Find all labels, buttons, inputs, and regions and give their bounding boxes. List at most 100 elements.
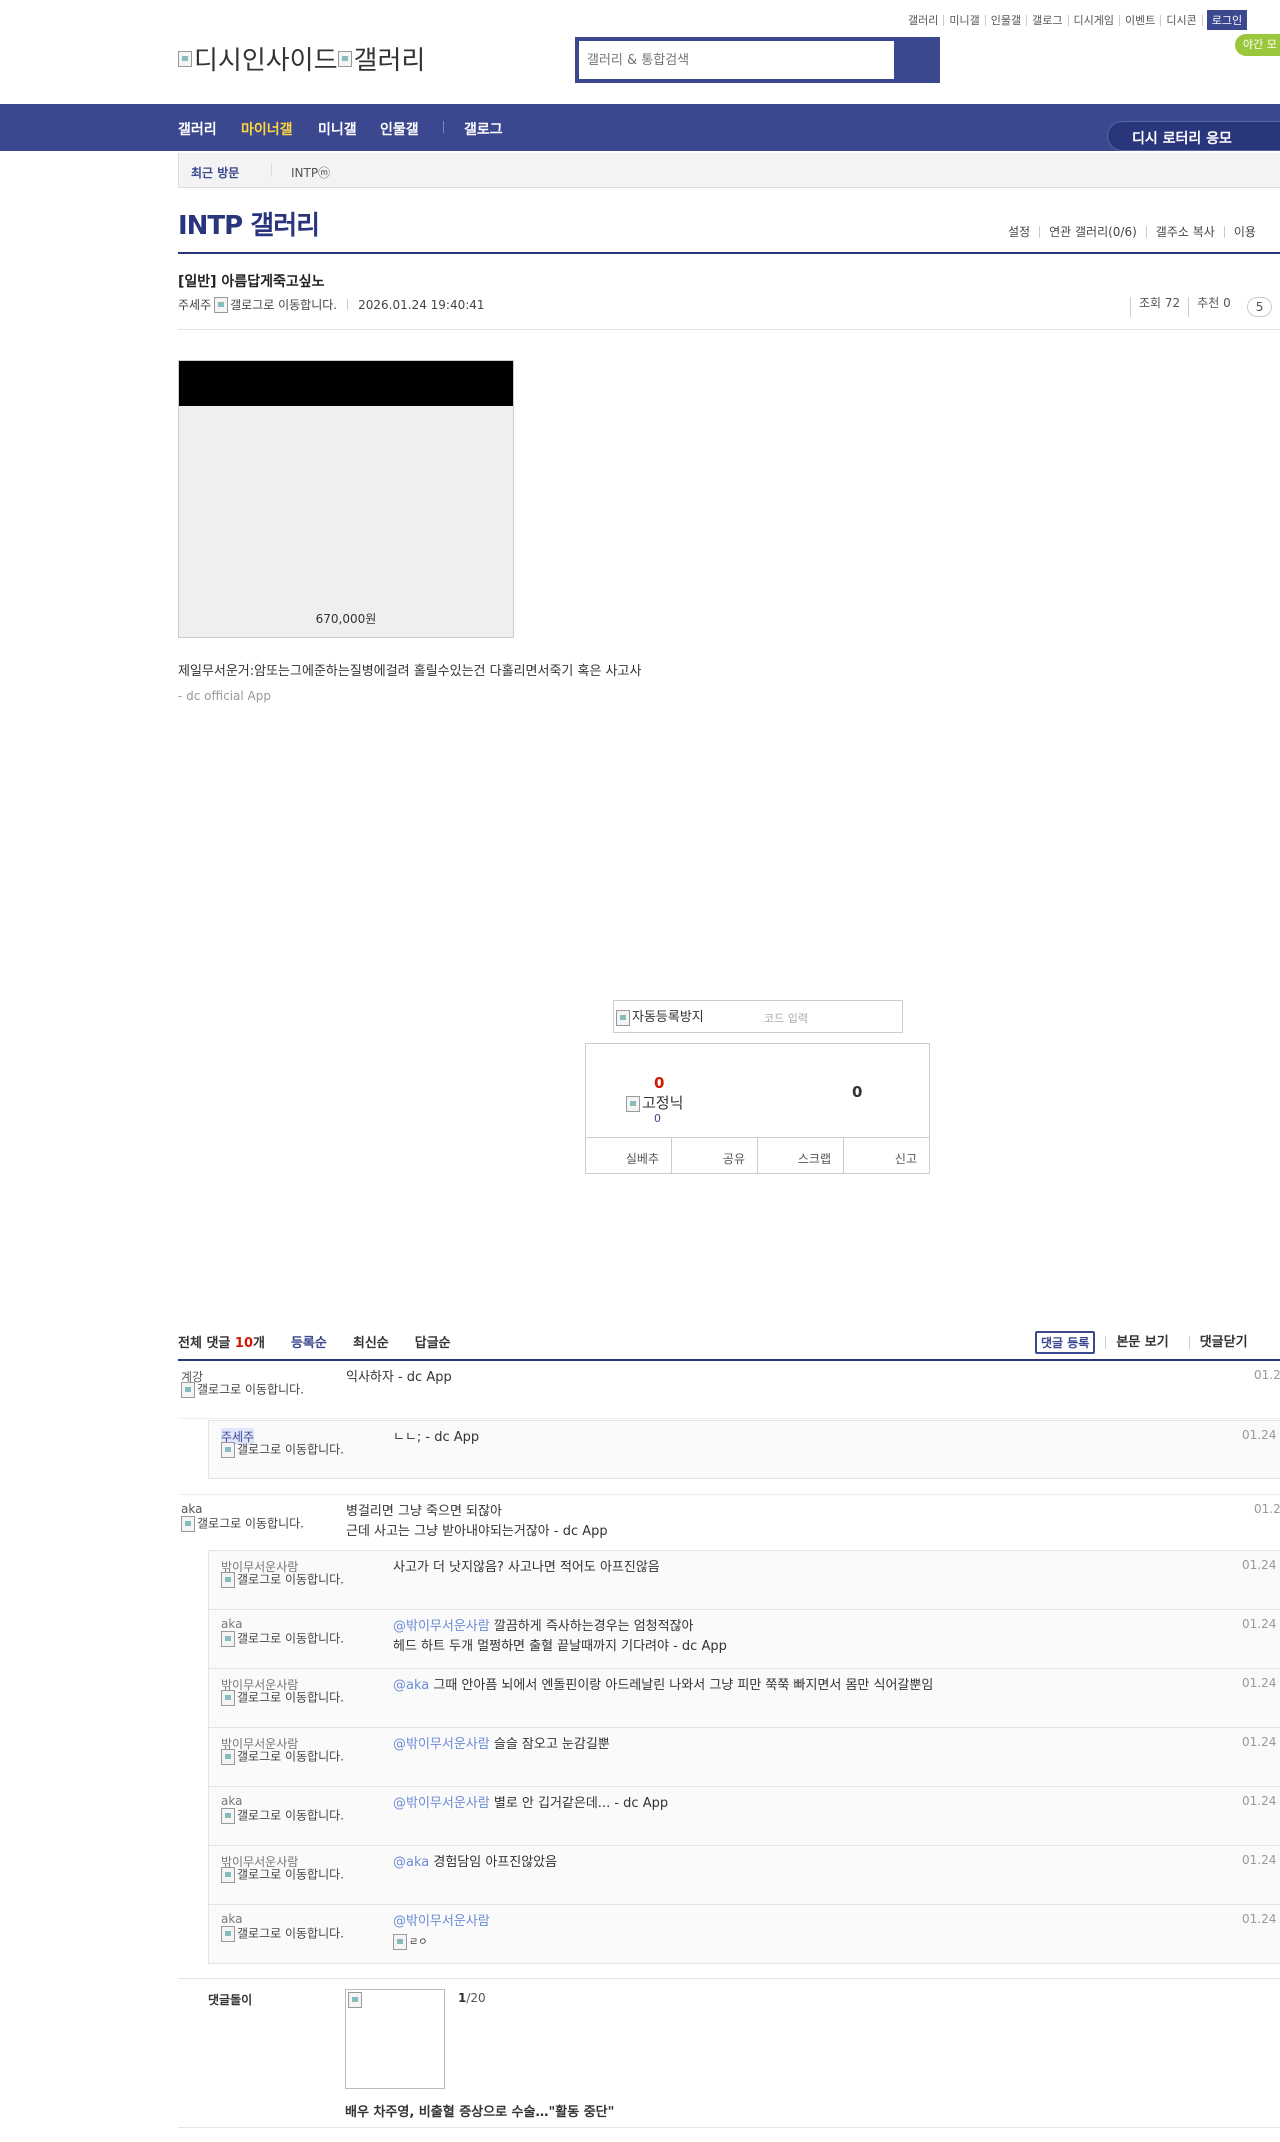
- news-thumbnail[interactable]: [345, 1989, 445, 2089]
- dccon-image-alt: ㄹㅇ: [409, 1937, 428, 1948]
- sort-by-replies[interactable]: 답글순: [415, 1332, 451, 1351]
- captcha-image: 자동등록방지: [616, 1006, 704, 1026]
- upvote-count[interactable]: 0: [654, 1074, 664, 1092]
- gallery-title[interactable]: INTP 갤러리: [178, 205, 320, 242]
- gallog-link-text: 갤로그로 이동합니다.: [237, 1867, 344, 1882]
- captcha-input[interactable]: 코드 입력: [764, 1010, 808, 1026]
- report-button[interactable]: 신고: [843, 1138, 929, 1173]
- reply-text-line: 깔끔하게 즉사하는경우는 엄청적잖아: [489, 1619, 694, 1634]
- product-image[interactable]: 670,000원: [178, 360, 514, 638]
- gallog-link[interactable]: 갤로그로 이동합니다.: [221, 1690, 347, 1706]
- news-headline[interactable]: 배우 차주영, 비출혈 증상으로 수술…"활동 중단": [345, 2101, 614, 2120]
- reply-mention[interactable]: @aka: [393, 1855, 429, 1870]
- gallog-link-text: 갤로그로 이동합니다.: [237, 1631, 344, 1646]
- reply-text: ㄴㄴ; - dc App: [393, 1430, 480, 1445]
- login-button[interactable]: 로그인: [1206, 10, 1248, 30]
- reply-mention[interactable]: @밖이무서운사람: [393, 1796, 490, 1811]
- reply-text: @aka 경험담임 아프진않았음: [393, 1853, 557, 1873]
- recent-visits-label[interactable]: 최근 방문: [191, 164, 239, 181]
- captcha-box: 자동등록방지 코드 입력: [613, 1000, 903, 1033]
- nav-minor-gallery[interactable]: 마이너갤: [241, 119, 293, 139]
- util-link-dcgame[interactable]: 디시게임: [1069, 14, 1120, 26]
- broken-image-icon: [221, 1749, 235, 1765]
- comment-text: 병걸리면 그냥 죽으면 되잖아 근데 사고는 그냥 받아내야되는거잖아 - dc …: [346, 1502, 608, 1542]
- gallog-link[interactable]: 갤로그로 이동합니다.: [181, 1382, 307, 1398]
- sort-by-registered[interactable]: 등록순: [291, 1332, 327, 1351]
- settings-link[interactable]: 설정: [1008, 226, 1039, 238]
- scrap-button[interactable]: 스크랩: [757, 1138, 843, 1173]
- logo[interactable]: 디시인사이드 갤러리: [178, 40, 425, 77]
- gallery-tools: 설정 연관 갤러리(0/6) 갤주소 복사 이용: [1008, 226, 1265, 238]
- gallog-link[interactable]: 갤로그로 이동합니다.: [221, 1867, 347, 1883]
- reply-mention[interactable]: @aka: [393, 1678, 429, 1693]
- comment-total-suffix: 개: [253, 1336, 265, 1351]
- comment-dolly: 댓글돌이 1/20 배우 차주영, 비출혈 증상으로 수술…"활동 중단": [178, 1978, 1280, 2128]
- comment-dolly-label: 댓글돌이: [208, 1993, 253, 2007]
- divider: [178, 252, 1280, 254]
- util-link-minigall[interactable]: 미니갤: [944, 14, 986, 26]
- gallog-link[interactable]: 갤로그로 이동합니다.: [221, 1749, 347, 1765]
- post-title: [일반] 아름답게죽고싶노: [178, 274, 325, 290]
- reply-text-line: 그때 안아픔 뇌에서 엔돌핀이랑 아드레날린 나와서 그냥 피만 쭉쭉 빠지면서…: [429, 1678, 934, 1693]
- comment-count-badge[interactable]: 5: [1246, 297, 1273, 317]
- comment-item: 계강 갤로그로 이동합니다. 익사하자 - dc App 01.24: [178, 1361, 1280, 1419]
- product-price: 670,000원: [315, 612, 377, 626]
- nav-gallery[interactable]: 갤러리: [178, 119, 217, 139]
- copy-address-link[interactable]: 갤주소 복사: [1145, 226, 1224, 238]
- lottery-button[interactable]: 디시 로터리 응모: [1107, 121, 1280, 151]
- night-mode-toggle[interactable]: 야간 모: [1235, 34, 1280, 56]
- gallog-link[interactable]: 갤로그로 이동합니다.: [221, 1631, 347, 1647]
- reply-text-line: 슬슬 잠오고 눈감길뿐: [489, 1737, 610, 1752]
- reply-nick[interactable]: aka: [221, 1912, 242, 1926]
- silbe-recommend-button[interactable]: 실베추: [586, 1138, 671, 1173]
- reply-mention[interactable]: @밖이무서운사람: [393, 1619, 490, 1634]
- broken-image-icon: [221, 1926, 235, 1942]
- search-button[interactable]: [894, 41, 936, 79]
- comment-register-button[interactable]: 댓글 등록: [1035, 1331, 1096, 1354]
- author-gallog-link[interactable]: 갤로그로 이동합니다.: [230, 296, 337, 313]
- gallog-link[interactable]: 갤로그로 이동합니다.: [221, 1926, 347, 1942]
- logo-alt-gallery: 갤러리: [353, 46, 426, 76]
- reply-nick[interactable]: aka: [221, 1617, 242, 1631]
- gallog-link[interactable]: 갤로그로 이동합니다.: [221, 1808, 347, 1824]
- nav-person-gallery[interactable]: 인물갤: [380, 119, 419, 139]
- divider: [178, 329, 1280, 330]
- gallog-link[interactable]: 갤로그로 이동합니다.: [221, 1442, 347, 1458]
- broken-image-icon: [393, 1933, 407, 1950]
- gallog-link-text: 갤로그로 이동합니다.: [237, 1749, 344, 1764]
- downvote-count[interactable]: 0: [852, 1083, 862, 1101]
- util-nav: 갤러리 미니갤 인물갤 갤로그 디시게임 이벤트 디시콘 로그인: [903, 10, 1248, 30]
- util-link-dccon[interactable]: 디시콘: [1161, 14, 1203, 26]
- sort-by-latest[interactable]: 최신순: [353, 1332, 389, 1351]
- nav-mini-gallery[interactable]: 미니갤: [318, 119, 357, 139]
- comment-nick[interactable]: aka: [181, 1502, 202, 1516]
- gallog-link-text: 갤로그로 이동합니다.: [237, 1926, 344, 1941]
- search-box: [575, 37, 940, 83]
- reply-item: aka 갤로그로 이동합니다. @밖이무서운사람 ㄹㅇ 01.24 2: [208, 1904, 1280, 1964]
- reply-mention[interactable]: @밖이무서운사람: [393, 1914, 490, 1929]
- reply-date: 01.24 2: [1242, 1912, 1280, 1926]
- recent-gallery-link[interactable]: INTPⓜ: [291, 164, 330, 181]
- reply-nick[interactable]: aka: [221, 1794, 242, 1808]
- fixed-nick-upvote[interactable]: 고정닉: [626, 1092, 683, 1113]
- gallog-link[interactable]: 갤로그로 이동합니다.: [221, 1572, 347, 1588]
- recent-visits: 최근 방문 INTPⓜ: [178, 153, 1280, 188]
- view-body-button[interactable]: 본문 보기: [1105, 1336, 1178, 1349]
- logo-alt-dcinside: 디시인사이드: [194, 46, 338, 76]
- util-link-gallog[interactable]: 갤로그: [1027, 14, 1069, 26]
- comment-total-prefix: 전체 댓글: [178, 1336, 231, 1351]
- search-input[interactable]: [579, 41, 899, 79]
- related-gallery-link[interactable]: 연관 갤러리(0/6): [1039, 226, 1146, 238]
- util-link-persongall[interactable]: 인물갤: [986, 14, 1028, 26]
- util-link-gallery[interactable]: 갤러리: [903, 14, 945, 26]
- share-button[interactable]: 공유: [671, 1138, 757, 1173]
- divider: [347, 299, 349, 310]
- util-link-event[interactable]: 이벤트: [1120, 14, 1162, 26]
- post-author[interactable]: 주세주: [178, 296, 211, 313]
- reply-mention[interactable]: @밖이무서운사람: [393, 1737, 490, 1752]
- close-comments-button[interactable]: 댓글닫기: [1188, 1336, 1258, 1349]
- nav-gallog[interactable]: 갤로그: [464, 119, 503, 139]
- post-stats: 조회 72 추천 0 5: [1130, 297, 1273, 317]
- usage-link[interactable]: 이용: [1223, 226, 1265, 238]
- gallog-link[interactable]: 갤로그로 이동합니다.: [181, 1516, 307, 1532]
